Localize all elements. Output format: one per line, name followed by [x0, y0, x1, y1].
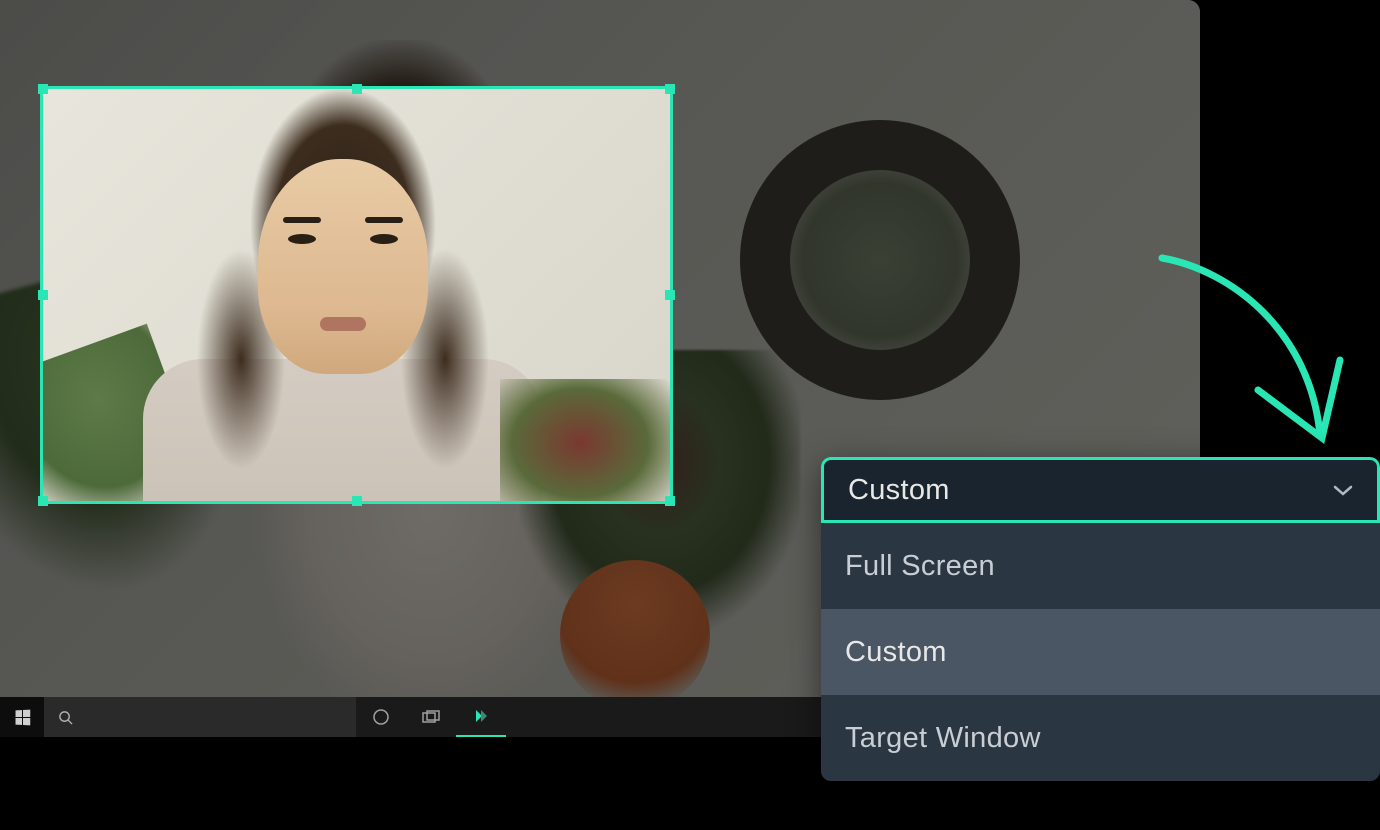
cortana-circle-icon [372, 708, 390, 726]
selected-region-preview [43, 89, 670, 501]
dropdown-option-custom[interactable]: Custom [821, 609, 1380, 695]
dropdown-option-label: Full Screen [845, 550, 995, 583]
task-view-icon [422, 710, 440, 724]
dropdown-options-list: Full Screen Custom Target Window [821, 523, 1380, 781]
chevron-down-icon [1333, 484, 1353, 496]
dropdown-option-target-window[interactable]: Target Window [821, 695, 1380, 781]
dropdown-option-label: Target Window [845, 722, 1041, 755]
search-icon [58, 710, 73, 725]
capture-mode-dropdown[interactable]: Custom Full Screen Custom Target Window [821, 457, 1380, 781]
resize-handle-top-middle[interactable] [352, 84, 362, 94]
resize-handle-middle-left[interactable] [38, 290, 48, 300]
task-view-button[interactable] [406, 697, 456, 737]
capture-selection-box[interactable] [40, 86, 673, 504]
filmora-icon [472, 707, 490, 725]
resize-handle-top-right[interactable] [665, 84, 675, 94]
resize-handle-bottom-left[interactable] [38, 496, 48, 506]
resize-handle-bottom-middle[interactable] [352, 496, 362, 506]
taskbar-app-filmora[interactable] [456, 697, 506, 737]
dropdown-selected-value[interactable]: Custom [821, 457, 1380, 523]
start-button[interactable] [0, 697, 44, 737]
dropdown-selected-label: Custom [848, 474, 950, 507]
taskbar-search[interactable] [44, 697, 356, 737]
cortana-button[interactable] [356, 697, 406, 737]
windows-logo-icon [15, 709, 30, 725]
dropdown-option-full-screen[interactable]: Full Screen [821, 523, 1380, 609]
resize-handle-middle-right[interactable] [665, 290, 675, 300]
resize-handle-bottom-right[interactable] [665, 496, 675, 506]
dropdown-option-label: Custom [845, 636, 947, 669]
resize-handle-top-left[interactable] [38, 84, 48, 94]
